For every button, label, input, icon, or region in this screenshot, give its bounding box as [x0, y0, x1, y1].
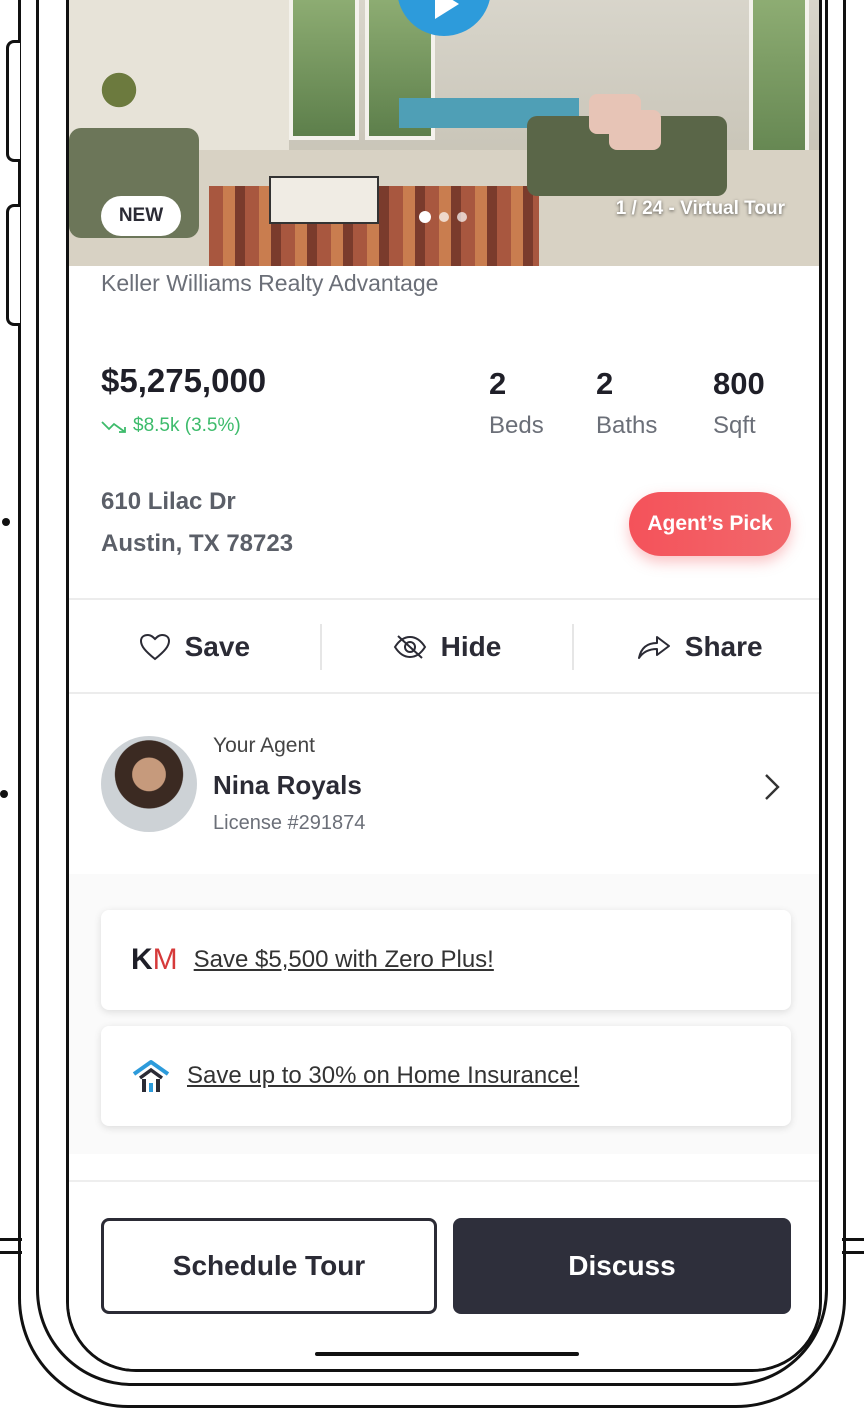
agent-license: License #291874: [213, 812, 366, 834]
agent-avatar: [101, 736, 197, 832]
carousel-dot[interactable]: [419, 211, 431, 223]
stat-beds: 2 Beds: [489, 366, 544, 440]
address-city: Austin, TX 78723: [101, 530, 294, 557]
carousel-dot[interactable]: [439, 212, 449, 222]
action-bar: Save Hide Share: [69, 602, 819, 692]
stat-value: 800: [713, 366, 765, 401]
stat-label: Sqft: [713, 412, 756, 439]
save-button[interactable]: Save: [69, 602, 320, 692]
frame-mark: [2, 518, 10, 526]
photo-pillow: [609, 110, 661, 150]
photo-table: [269, 176, 379, 224]
app-screen: NEW 1 / 24 - Virtual Tour Keller William…: [66, 0, 822, 1372]
promo-link[interactable]: Save up to 30% on Home Insurance!: [187, 1062, 579, 1090]
trend-down-icon: [101, 421, 126, 433]
home-indicator[interactable]: [315, 1352, 579, 1356]
media-counter[interactable]: 1 / 24 - Virtual Tour: [616, 198, 785, 220]
photo-plant: [89, 60, 149, 120]
house-icon: [132, 1060, 170, 1092]
agent-name: Nina Royals: [213, 770, 362, 800]
promo-zero-plus[interactable]: KM Save $5,500 with Zero Plus!: [101, 910, 791, 1010]
play-icon: [435, 0, 459, 19]
share-label: Share: [684, 631, 763, 662]
address-street: 610 Lilac Dr: [101, 488, 236, 515]
stat-label: Baths: [596, 412, 658, 439]
new-badge: NEW: [101, 196, 181, 236]
stat-label: Beds: [489, 412, 544, 439]
agent-card[interactable]: Your Agent Nina Royals License #291874: [69, 694, 819, 872]
photo-window: [289, 0, 359, 140]
divider: [69, 598, 819, 600]
carousel-dots: [419, 211, 467, 223]
listing-price: $5,275,000: [101, 362, 267, 399]
eye-off-icon: [393, 635, 426, 659]
schedule-tour-button[interactable]: Schedule Tour: [101, 1218, 437, 1314]
bottom-action-bar: Schedule Tour Discuss: [69, 1180, 819, 1369]
stat-baths: 2 Baths: [596, 366, 657, 440]
share-arrow-icon: [637, 636, 670, 659]
frame-seam-right: [842, 1238, 864, 1254]
save-label: Save: [184, 631, 251, 662]
stat-value: 2: [596, 366, 614, 401]
hide-button[interactable]: Hide: [322, 602, 573, 692]
agent-caption: Your Agent: [213, 734, 315, 757]
listing-photo[interactable]: NEW 1 / 24 - Virtual Tour: [69, 0, 819, 266]
brokerage-name: Keller Williams Realty Advantage: [101, 270, 439, 296]
price-change: $8.5k (3.5%): [101, 415, 241, 437]
carousel-dot[interactable]: [457, 212, 467, 222]
heart-icon: [139, 633, 170, 661]
volume-down-button: [6, 204, 20, 326]
agents-pick-button[interactable]: Agent’s Pick: [629, 492, 791, 556]
hide-label: Hide: [440, 631, 502, 662]
frame-seam-left: [0, 1238, 22, 1254]
km-logo: KM: [131, 943, 178, 976]
discuss-button[interactable]: Discuss: [453, 1218, 791, 1314]
frame-mark: [0, 790, 8, 798]
stat-sqft: 800 Sqft: [713, 366, 765, 440]
promo-home-insurance[interactable]: Save up to 30% on Home Insurance!: [101, 1026, 791, 1126]
volume-up-button: [6, 40, 20, 162]
share-button[interactable]: Share: [574, 602, 819, 692]
price-change-value: $8.5k (3.5%): [133, 415, 241, 436]
promo-section: KM Save $5,500 with Zero Plus! Save up t…: [69, 874, 819, 1154]
chevron-right-icon[interactable]: [763, 772, 781, 810]
stat-value: 2: [489, 366, 507, 401]
promo-link[interactable]: Save $5,500 with Zero Plus!: [194, 946, 494, 974]
